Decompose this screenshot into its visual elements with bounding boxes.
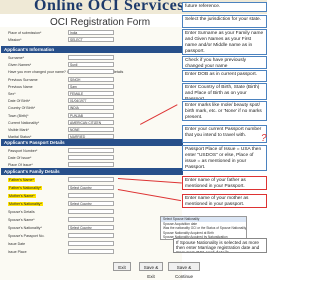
family-field-label: Spouse's Passport No.: [8, 234, 45, 238]
applicant-field-input[interactable]: AMERICAN CITIZEN: [68, 119, 114, 125]
exit-button[interactable]: Exit: [113, 262, 131, 271]
applicant-field-label: Current Nationality*: [8, 120, 40, 125]
applicant-field-input[interactable]: [68, 55, 114, 60]
applicant-field-input[interactable]: SINGH: [68, 76, 114, 82]
applicant-field-row: Given Names* Sunil: [8, 62, 183, 69]
applicant-field-label: Previous Surname: [8, 77, 38, 82]
applicant-field-input[interactable]: FEMALE: [68, 91, 114, 96]
help-callout: future reference.: [182, 2, 267, 12]
family-field-input[interactable]: [68, 209, 114, 214]
family-field-input[interactable]: Select Country: [68, 201, 114, 206]
mission-label: Mission*: [8, 38, 22, 42]
help-callout: Enter name of your father as mentioned i…: [182, 176, 267, 190]
family-field-row: Spouse's Name*: [8, 217, 183, 224]
family-field-label: Spouse's Details: [8, 210, 35, 214]
family-field-row: Issue Date: [8, 241, 183, 248]
applicant-field-label: Date Of Birth*: [8, 99, 31, 104]
family-field-label: Father's Nationality*: [8, 186, 43, 190]
applicant-field-label: Previous Name: [8, 84, 33, 89]
family-field-input[interactable]: Select Country: [68, 225, 114, 230]
family-field-label: Mother's Nationality*: [8, 202, 43, 206]
applicant-field-input[interactable]: Sunil: [68, 62, 114, 68]
applicant-field-row: Date Of Birth* 01/04/1977: [8, 98, 183, 105]
family-field-input[interactable]: [68, 241, 114, 246]
applicant-field-input[interactable]: PUNJAB: [68, 112, 114, 118]
help-callout: Enter marks like mole/ beauty spot/ birt…: [182, 101, 267, 121]
spouse-notice: If Spouse Nationality is selected as mor…: [173, 238, 267, 253]
applicant-field-label: Sex*: [8, 92, 16, 96]
site-title: Online OCI Services: [34, 0, 184, 14]
applicant-field-row: Previous Name Sam: [8, 83, 183, 91]
help-callout: Check if you have previously changed you…: [182, 56, 267, 69]
applicant-field-label: Given Names*: [8, 63, 32, 68]
save-continue-button[interactable]: Save & Continue: [168, 262, 200, 279]
passport-field-label: Passport Number*: [8, 149, 38, 153]
passport-field-row: Date Of Issue*: [8, 155, 183, 162]
question-annotation: ?: [261, 133, 267, 144]
passport-field-label: Place Of Issue*: [8, 163, 33, 167]
family-field-row: Spouse's Passport No.: [8, 233, 183, 240]
registration-form: Place of submission* India Mission* SELE…: [0, 27, 183, 280]
passport-field-input[interactable]: [68, 155, 114, 160]
applicant-field-row: Surname*: [8, 55, 183, 62]
applicant-field-row: Country Of Birth* INDIA: [8, 105, 183, 112]
spouse-nationality-dropdown[interactable]: Select Spouse Nationality Spouse Acquisi…: [160, 216, 247, 240]
help-callout: Select the jurisdiction for your state.: [182, 15, 267, 28]
family-field-input[interactable]: [68, 217, 114, 222]
passport-field-input[interactable]: [68, 148, 114, 153]
family-field-input[interactable]: [68, 177, 114, 182]
family-field-input[interactable]: [68, 193, 114, 198]
help-callout: Enter Country of Birth, State (Birth) an…: [182, 83, 267, 100]
applicant-field-row: Previous Surname SINGH: [8, 76, 183, 84]
help-callout: Enter DOB as in current passport.: [182, 70, 267, 82]
save-exit-button[interactable]: Save & Exit: [139, 262, 163, 279]
family-field-input[interactable]: [68, 249, 114, 254]
applicant-field-row: Current Nationality* AMERICAN CITIZEN: [8, 119, 183, 127]
help-callout: Enter your current Passport number that …: [182, 125, 267, 143]
family-field-label: Issue Place: [8, 250, 27, 254]
applicant-field-input[interactable]: NONE: [68, 127, 114, 132]
family-field-label: Spouse's Name*: [8, 218, 35, 222]
passport-field-input[interactable]: [68, 162, 114, 167]
help-callout: Enter Surname as your Family name and Gi…: [182, 29, 267, 55]
family-field-label: Issue Date: [8, 242, 26, 246]
applicant-field-row: Visible Mark* NONE: [8, 127, 183, 134]
applicant-field-label: Town (Birth)*: [8, 113, 29, 118]
applicant-field-label: Country Of Birth*: [8, 106, 36, 111]
applicant-field-input[interactable]: Sam: [68, 83, 114, 89]
family-field-label: Mother's Name*: [8, 194, 36, 198]
applicant-field-label: Visible Mark*: [8, 128, 29, 132]
family-field-row: Issue Place: [8, 249, 183, 256]
family-field-row: Spouse's Nationality* Select Country: [8, 225, 183, 232]
mission-select[interactable]: SELECT: [68, 37, 114, 42]
family-field-input[interactable]: [68, 233, 114, 238]
mission-row: Mission* SELECT: [8, 37, 183, 44]
section-family: Applicant's Family Details: [1, 168, 183, 175]
applicant-field-input[interactable]: INDIA: [68, 105, 114, 111]
family-field-label: Father's Name*: [8, 178, 35, 182]
passport-field-row: Passport Number*: [8, 148, 183, 155]
help-callout: Passport Place of Issue = USA then enter…: [182, 145, 267, 171]
place-of-submission-label: Place of submission*: [8, 31, 42, 35]
passport-field-label: Date Of Issue*: [8, 156, 32, 160]
family-field-row: Mother's Nationality* Select Country: [8, 201, 183, 208]
family-field-row: Spouse's Details: [8, 209, 183, 216]
section-passport: Applicant's Passport Details: [1, 139, 183, 146]
applicant-field-input[interactable]: [68, 69, 114, 75]
place-of-submission-row: Place of submission* India: [8, 30, 183, 37]
section-applicant: Applicant's Information: [1, 46, 183, 53]
help-callout: Enter name of your mother as mentioned i…: [182, 194, 267, 208]
applicant-field-row: Sex* FEMALE: [8, 91, 183, 98]
family-field-label: Spouse's Nationality*: [8, 226, 42, 230]
family-field-input[interactable]: Select Country: [68, 185, 114, 190]
applicant-field-input[interactable]: 01/04/1977: [68, 98, 114, 104]
place-of-submission-select[interactable]: India: [68, 30, 114, 35]
applicant-field-label: Surname*: [8, 56, 24, 60]
family-field-row: Father's Nationality* Select Country: [8, 185, 183, 192]
applicant-field-row: Have you ever changed your name? If yes,…: [8, 69, 183, 76]
